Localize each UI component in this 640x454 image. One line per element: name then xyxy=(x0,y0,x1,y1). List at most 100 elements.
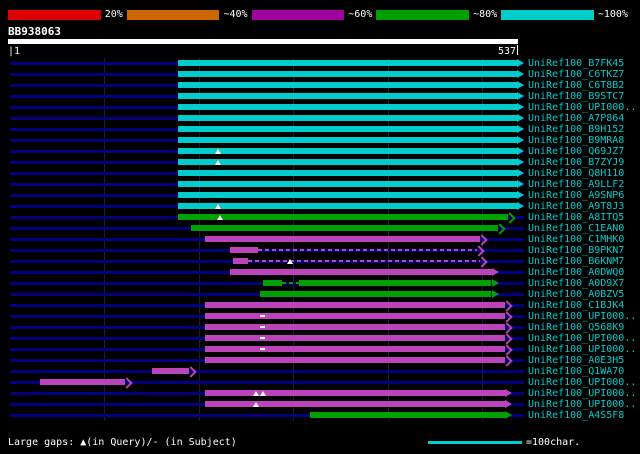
hit-label[interactable]: UniRef100_UPI000.. xyxy=(528,102,636,113)
hit-label[interactable]: UniRef100_A7P864 xyxy=(528,113,624,124)
alignment-row: UniRef100_A0DWQ0 xyxy=(0,267,640,278)
hit-bar-segment[interactable] xyxy=(178,203,517,209)
gap-marker-subject-icon xyxy=(260,326,265,328)
hit-bar-segment[interactable] xyxy=(230,269,492,275)
scale-label: 20% xyxy=(104,9,123,20)
hit-bar-segment[interactable] xyxy=(205,302,505,308)
hit-bar-segment[interactable] xyxy=(178,104,517,110)
hit-bar-segment[interactable] xyxy=(178,181,517,187)
hit-bar-segment[interactable] xyxy=(281,282,299,284)
hit-bar-segment[interactable] xyxy=(178,126,517,132)
hit-label[interactable]: UniRef100_C6TKZ7 xyxy=(528,69,624,80)
hit-bar-segment[interactable] xyxy=(178,159,517,165)
alignment-row: UniRef100_C6TKZ7 xyxy=(0,69,640,80)
hit-bar-segment[interactable] xyxy=(205,401,505,407)
hit-bar-segment[interactable] xyxy=(205,313,505,319)
hit-label[interactable]: UniRef100_Q1WA70 xyxy=(528,366,624,377)
alignment-row: UniRef100_C6T8B2 xyxy=(0,80,640,91)
hit-bar-segment[interactable] xyxy=(232,258,248,264)
hit-label[interactable]: UniRef100_A9T8J3 xyxy=(528,201,624,212)
hit-label[interactable]: UniRef100_UPI000.. xyxy=(528,333,636,344)
hit-arrow-icon xyxy=(517,158,524,166)
query-ruler xyxy=(8,39,518,44)
hit-label[interactable]: UniRef100_Q8H110 xyxy=(528,168,624,179)
alignment-row: UniRef100_UPI000.. xyxy=(0,311,640,323)
gap-marker-subject-icon xyxy=(260,337,265,339)
hit-bar-segment[interactable] xyxy=(178,82,517,88)
hit-label[interactable]: UniRef100_Q69JZ7 xyxy=(528,146,624,157)
hit-label[interactable]: UniRef100_B9H152 xyxy=(528,124,624,135)
hit-label[interactable]: UniRef100_A9SNP6 xyxy=(528,190,624,201)
gap-marker-subject-icon xyxy=(260,315,265,317)
hit-label[interactable]: UniRef100_UPI000.. xyxy=(528,388,636,399)
hit-bar-segment[interactable] xyxy=(298,280,492,286)
gap-marker-query-icon xyxy=(214,160,221,165)
hit-label[interactable]: UniRef100_C1EAN0 xyxy=(528,223,624,234)
hit-arrow-icon xyxy=(491,290,499,298)
hit-bar-segment[interactable] xyxy=(205,324,505,330)
hit-bar-segment[interactable] xyxy=(178,170,517,176)
hit-label[interactable]: UniRef100_B6KNM7 xyxy=(528,256,624,267)
hit-bar-segment[interactable] xyxy=(205,357,505,363)
hit-bar-segment[interactable] xyxy=(151,368,190,374)
hit-label[interactable]: UniRef100_B9PKN7 xyxy=(528,245,624,256)
hit-label[interactable]: UniRef100_A0BZV5 xyxy=(528,289,624,300)
hit-label[interactable]: UniRef100_C1MHK0 xyxy=(528,234,624,245)
hit-bar-segment[interactable] xyxy=(178,93,517,99)
hit-label[interactable]: UniRef100_UPI000.. xyxy=(528,311,636,322)
hit-label[interactable]: UniRef100_B7FK45 xyxy=(528,58,624,69)
hit-bar-segment[interactable] xyxy=(178,192,517,198)
hit-arrow-icon xyxy=(517,147,524,155)
alignment-row: UniRef100_B7ZYJ9 xyxy=(0,157,640,168)
alignment-row: UniRef100_A9T8J3 xyxy=(0,201,640,212)
alignment-row: UniRef100_A0D9X7 xyxy=(0,278,640,289)
hit-label[interactable]: UniRef100_Q568K9 xyxy=(528,322,624,333)
alignment-row: UniRef100_UPI000.. xyxy=(0,388,640,399)
hit-bar-segment[interactable] xyxy=(40,379,126,385)
blast-graphic-overview: 20% ~40% ~60% ~80% ~100% BB938063 |1 537 Uni… xyxy=(0,0,640,454)
hit-arrow-icon xyxy=(517,202,524,210)
hit-bar-segment[interactable] xyxy=(178,137,517,143)
alignment-row: UniRef100_A0E3H5 xyxy=(0,355,640,367)
hit-bar-segment[interactable] xyxy=(205,236,481,242)
hit-bar-segment[interactable] xyxy=(230,247,259,253)
hit-bar-segment[interactable] xyxy=(205,390,505,396)
hit-label[interactable]: UniRef100_B7ZYJ9 xyxy=(528,157,624,168)
hit-label[interactable]: UniRef100_B9STC7 xyxy=(528,91,624,102)
hit-label[interactable]: UniRef100_A0DWQ0 xyxy=(528,267,624,278)
hit-arrow-icon xyxy=(504,411,512,419)
hit-label[interactable]: UniRef100_C6T8B2 xyxy=(528,80,624,91)
hit-bar-segment[interactable] xyxy=(178,148,517,154)
hit-label[interactable]: UniRef100_B9MRA8 xyxy=(528,135,624,146)
hit-bar-segment[interactable] xyxy=(178,60,517,66)
hit-label[interactable]: UniRef100_UPI000.. xyxy=(528,377,636,388)
hit-label[interactable]: UniRef100_UPI000.. xyxy=(528,399,636,410)
hit-label[interactable]: UniRef100_A8ITQ5 xyxy=(528,212,624,223)
alignment-row: UniRef100_UPI000.. xyxy=(0,333,640,345)
alignment-row: UniRef100_UPI000.. xyxy=(0,399,640,410)
gap-marker-query-icon xyxy=(214,149,221,154)
hit-bar-segment[interactable] xyxy=(258,249,478,251)
hit-bar-segment[interactable] xyxy=(205,335,505,341)
alignment-row: UniRef100_A4S5F8 xyxy=(0,410,640,421)
hit-bar-segment[interactable] xyxy=(178,214,508,220)
hit-bar-segment[interactable] xyxy=(260,291,492,297)
hit-label[interactable]: UniRef100_A4S5F8 xyxy=(528,410,624,421)
hit-arrow-icon xyxy=(517,180,524,188)
hit-bar-segment[interactable] xyxy=(191,225,499,231)
hit-bar-segment[interactable] xyxy=(178,71,517,77)
hit-arrow-icon xyxy=(517,191,524,199)
hit-bar-segment[interactable] xyxy=(310,412,505,418)
hit-bar-segment[interactable] xyxy=(263,280,282,286)
gap-marker-query-icon xyxy=(214,204,221,209)
hit-label[interactable]: UniRef100_A0E3H5 xyxy=(528,355,624,366)
hit-label[interactable]: UniRef100_A0D9X7 xyxy=(528,278,624,289)
hit-label[interactable]: UniRef100_A9LLF2 xyxy=(528,179,624,190)
hit-label[interactable]: UniRef100_C1BJK4 xyxy=(528,300,624,311)
hit-bar-segment[interactable] xyxy=(178,115,517,121)
hit-bar-segment[interactable] xyxy=(205,346,505,352)
alignment-row: UniRef100_Q69JZ7 xyxy=(0,146,640,157)
hit-bar-segment[interactable] xyxy=(247,260,481,262)
hit-label[interactable]: UniRef100_UPI000.. xyxy=(528,344,636,355)
scale-color-segment xyxy=(376,10,470,20)
